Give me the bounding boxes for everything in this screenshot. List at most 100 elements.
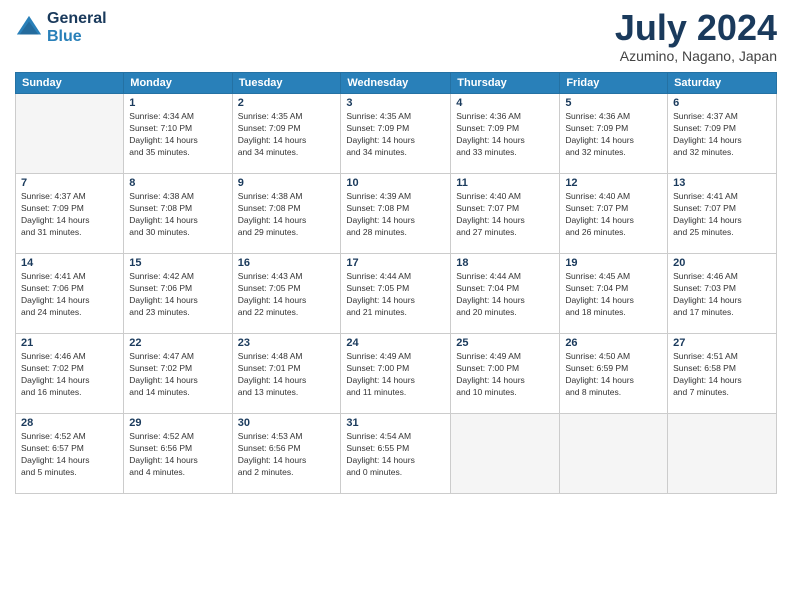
day-number-16: 16: [238, 257, 336, 269]
logo-text: General Blue: [47, 10, 107, 46]
calendar-cell-w1-d3: 2 Sunrise: 4:35 AMSunset: 7:09 PMDaylight…: [232, 94, 341, 174]
calendar-cell-w4-d4: 24Sunrise: 4:49 AMSunset: 7:00 PMDayligh…: [341, 334, 451, 414]
day-number-22: 22: [129, 337, 226, 349]
header-thursday: Thursday: [451, 73, 560, 94]
calendar-cell-w4-d2: 22 Sunrise: 4:47 AMSunset: 7:02 PMDayligh…: [124, 334, 232, 414]
calendar-cell-w5-d6: [560, 414, 668, 494]
day-info-24: Sunrise: 4:49 AMSunset: 7:00 PMDaylight:…: [346, 351, 445, 399]
location: Azumino, Nagano, Japan: [615, 48, 777, 64]
day-number-4: 4: [456, 97, 554, 109]
day-info-6: Sunrise: 4:37 AMSunset: 7:09 PMDaylight:…: [673, 111, 771, 159]
day-number-26: 26: [565, 337, 662, 349]
day-info-31: Sunrise: 4:54 AMSunset: 6:55 PMDaylight:…: [346, 431, 445, 479]
day-number-10: 10: [346, 177, 445, 189]
calendar-cell-w1-d5: 4 Sunrise: 4:36 AMSunset: 7:09 PMDaylight…: [451, 94, 560, 174]
day-info-16: Sunrise: 4:43 AMSunset: 7:05 PMDaylight:…: [238, 271, 336, 319]
day-info-11: Sunrise: 4:40 AMSunset: 7:07 PMDaylight:…: [456, 191, 554, 239]
day-info-25: Sunrise: 4:49 AMSunset: 7:00 PMDaylight:…: [456, 351, 554, 399]
calendar-cell-w4-d1: 21 Sunrise: 4:46 AMSunset: 7:02 PMDayligh…: [16, 334, 124, 414]
day-info-21: Sunrise: 4:46 AMSunset: 7:02 PMDaylight:…: [21, 351, 118, 399]
day-info-10: Sunrise: 4:39 AMSunset: 7:08 PMDaylight:…: [346, 191, 445, 239]
calendar-cell-w1-d6: 5Sunrise: 4:36 AMSunset: 7:09 PMDaylight…: [560, 94, 668, 174]
calendar-cell-w5-d3: 30 Sunrise: 4:53 AMSunset: 6:56 PMDayligh…: [232, 414, 341, 494]
day-number-31: 31: [346, 417, 445, 429]
calendar-cell-w5-d2: 29Sunrise: 4:52 AMSunset: 6:56 PMDayligh…: [124, 414, 232, 494]
calendar-cell-w3-d7: 20Sunrise: 4:46 AMSunset: 7:03 PMDayligh…: [668, 254, 777, 334]
calendar-cell-w2-d6: 12 Sunrise: 4:40 AMSunset: 7:07 PMDayligh…: [560, 174, 668, 254]
logo: General Blue: [15, 10, 107, 46]
day-info-15: Sunrise: 4:42 AMSunset: 7:06 PMDaylight:…: [129, 271, 226, 319]
week-row-3: 14Sunrise: 4:41 AMSunset: 7:06 PMDayligh…: [16, 254, 777, 334]
day-number-19: 19: [565, 257, 662, 269]
calendar-cell-w1-d4: 3Sunrise: 4:35 AMSunset: 7:09 PMDaylight…: [341, 94, 451, 174]
title-area: July 2024 Azumino, Nagano, Japan: [615, 10, 777, 64]
calendar-cell-w3-d4: 17 Sunrise: 4:44 AMSunset: 7:05 PMDayligh…: [341, 254, 451, 334]
day-number-23: 23: [238, 337, 336, 349]
calendar-cell-w3-d2: 15 Sunrise: 4:42 AMSunset: 7:06 PMDayligh…: [124, 254, 232, 334]
calendar-cell-w5-d5: [451, 414, 560, 494]
day-number-14: 14: [21, 257, 118, 269]
day-info-27: Sunrise: 4:51 AMSunset: 6:58 PMDaylight:…: [673, 351, 771, 399]
day-number-12: 12: [565, 177, 662, 189]
day-number-30: 30: [238, 417, 336, 429]
calendar-cell-w2-d2: 8 Sunrise: 4:38 AMSunset: 7:08 PMDaylight…: [124, 174, 232, 254]
day-info-22: Sunrise: 4:47 AMSunset: 7:02 PMDaylight:…: [129, 351, 226, 399]
calendar-cell-w3-d1: 14Sunrise: 4:41 AMSunset: 7:06 PMDayligh…: [16, 254, 124, 334]
calendar-cell-w2-d7: 13Sunrise: 4:41 AMSunset: 7:07 PMDayligh…: [668, 174, 777, 254]
calendar-cell-w4-d5: 25 Sunrise: 4:49 AMSunset: 7:00 PMDayligh…: [451, 334, 560, 414]
day-info-17: Sunrise: 4:44 AMSunset: 7:05 PMDaylight:…: [346, 271, 445, 319]
day-info-4: Sunrise: 4:36 AMSunset: 7:09 PMDaylight:…: [456, 111, 554, 159]
day-number-18: 18: [456, 257, 554, 269]
weekday-header-row: Sunday Monday Tuesday Wednesday Thursday…: [16, 73, 777, 94]
day-number-21: 21: [21, 337, 118, 349]
day-info-26: Sunrise: 4:50 AMSunset: 6:59 PMDaylight:…: [565, 351, 662, 399]
day-number-11: 11: [456, 177, 554, 189]
week-row-1: 1 Sunrise: 4:34 AMSunset: 7:10 PMDaylight…: [16, 94, 777, 174]
calendar-cell-w2-d4: 10 Sunrise: 4:39 AMSunset: 7:08 PMDayligh…: [341, 174, 451, 254]
day-info-1: Sunrise: 4:34 AMSunset: 7:10 PMDaylight:…: [129, 111, 226, 159]
calendar-cell-w2-d3: 9Sunrise: 4:38 AMSunset: 7:08 PMDaylight…: [232, 174, 341, 254]
day-info-5: Sunrise: 4:36 AMSunset: 7:09 PMDaylight:…: [565, 111, 662, 159]
header-sunday: Sunday: [16, 73, 124, 94]
day-info-30: Sunrise: 4:53 AMSunset: 6:56 PMDaylight:…: [238, 431, 336, 479]
calendar-cell-w2-d1: 7Sunrise: 4:37 AMSunset: 7:09 PMDaylight…: [16, 174, 124, 254]
day-info-8: Sunrise: 4:38 AMSunset: 7:08 PMDaylight:…: [129, 191, 226, 239]
month-title: July 2024: [615, 10, 777, 46]
day-number-25: 25: [456, 337, 554, 349]
header-tuesday: Tuesday: [232, 73, 341, 94]
day-number-20: 20: [673, 257, 771, 269]
calendar-cell-w1-d7: 6 Sunrise: 4:37 AMSunset: 7:09 PMDaylight…: [668, 94, 777, 174]
calendar-cell-w5-d1: 28Sunrise: 4:52 AMSunset: 6:57 PMDayligh…: [16, 414, 124, 494]
header-monday: Monday: [124, 73, 232, 94]
calendar-cell-w4-d6: 26 Sunrise: 4:50 AMSunset: 6:59 PMDayligh…: [560, 334, 668, 414]
page-container: General Blue July 2024 Azumino, Nagano, …: [0, 0, 792, 612]
day-number-17: 17: [346, 257, 445, 269]
day-number-2: 2: [238, 97, 336, 109]
day-number-15: 15: [129, 257, 226, 269]
page-header: General Blue July 2024 Azumino, Nagano, …: [15, 10, 777, 64]
day-info-7: Sunrise: 4:37 AMSunset: 7:09 PMDaylight:…: [21, 191, 118, 239]
day-number-28: 28: [21, 417, 118, 429]
calendar-cell-w5-d7: [668, 414, 777, 494]
calendar-cell-w1-d2: 1 Sunrise: 4:34 AMSunset: 7:10 PMDaylight…: [124, 94, 232, 174]
day-info-29: Sunrise: 4:52 AMSunset: 6:56 PMDaylight:…: [129, 431, 226, 479]
day-info-23: Sunrise: 4:48 AMSunset: 7:01 PMDaylight:…: [238, 351, 336, 399]
header-saturday: Saturday: [668, 73, 777, 94]
day-number-6: 6: [673, 97, 771, 109]
day-info-12: Sunrise: 4:40 AMSunset: 7:07 PMDaylight:…: [565, 191, 662, 239]
calendar-table: Sunday Monday Tuesday Wednesday Thursday…: [15, 72, 777, 494]
day-number-27: 27: [673, 337, 771, 349]
day-number-1: 1: [129, 97, 226, 109]
header-friday: Friday: [560, 73, 668, 94]
calendar-cell-w1-d1: [16, 94, 124, 174]
day-info-2: Sunrise: 4:35 AMSunset: 7:09 PMDaylight:…: [238, 111, 336, 159]
calendar-cell-w5-d4: 31 Sunrise: 4:54 AMSunset: 6:55 PMDayligh…: [341, 414, 451, 494]
calendar-cell-w3-d3: 16 Sunrise: 4:43 AMSunset: 7:05 PMDayligh…: [232, 254, 341, 334]
day-number-3: 3: [346, 97, 445, 109]
week-row-2: 7Sunrise: 4:37 AMSunset: 7:09 PMDaylight…: [16, 174, 777, 254]
logo-icon: [15, 14, 43, 42]
week-row-4: 21 Sunrise: 4:46 AMSunset: 7:02 PMDayligh…: [16, 334, 777, 414]
calendar-cell-w2-d5: 11 Sunrise: 4:40 AMSunset: 7:07 PMDayligh…: [451, 174, 560, 254]
week-row-5: 28Sunrise: 4:52 AMSunset: 6:57 PMDayligh…: [16, 414, 777, 494]
day-number-8: 8: [129, 177, 226, 189]
